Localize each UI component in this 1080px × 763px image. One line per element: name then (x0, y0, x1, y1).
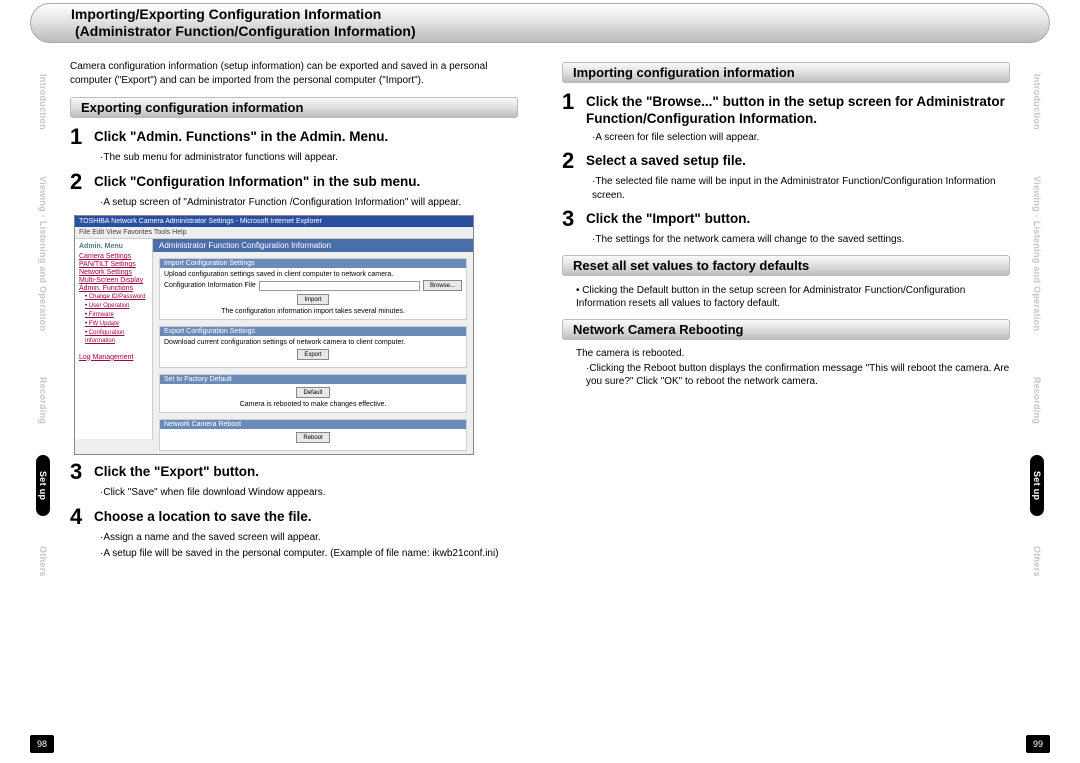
reboot-button[interactable]: Reboot (296, 432, 329, 443)
shot-default-header: Set to Factory Default (160, 375, 466, 384)
shot-side-sublink[interactable]: Change ID/Password (85, 293, 148, 301)
import-2-sub: The selected file name will be input in … (592, 175, 1010, 202)
shot-main: Administrator Function Configuration Inf… (153, 239, 473, 439)
shot-import-note: The configuration information import tak… (164, 308, 462, 315)
step-number: 1 (562, 91, 578, 113)
embedded-screenshot: TOSHIBA Network Camera Administrator Set… (74, 215, 474, 455)
import-button[interactable]: Import (297, 294, 328, 305)
shot-default-note: Camera is rebooted to make changes effec… (164, 401, 462, 408)
header-line-2: (Administrator Function/Configuration In… (71, 23, 1009, 40)
step-3-sub: Click "Save" when file download Window a… (100, 486, 518, 500)
right-column: Importing configuration information 1 Cl… (540, 50, 1080, 733)
reset-header: Reset all set values to factory defaults (562, 255, 1010, 276)
shot-export-box: Export Configuration Settings Download c… (159, 326, 467, 368)
shot-import-box: Import Configuration Settings Upload con… (159, 258, 467, 320)
step-number: 2 (70, 171, 86, 193)
shot-side-link[interactable]: Network Settings (79, 269, 148, 276)
step-text: Click "Admin. Functions" in the Admin. M… (94, 126, 388, 146)
page-number-left: 98 (30, 735, 54, 753)
step-text: Click "Configuration Information" in the… (94, 171, 420, 191)
page-number-right: 99 (1026, 735, 1050, 753)
shot-sidebar: Admin. Menu Camera Settings PAN/TILT Set… (75, 239, 153, 439)
step-1-sub: The sub menu for administrator functions… (100, 151, 518, 165)
step-number: 3 (562, 208, 578, 230)
step-number: 1 (70, 126, 86, 148)
step-number: 4 (70, 506, 86, 528)
export-step-1: 1 Click "Admin. Functions" in the Admin.… (70, 126, 518, 148)
step-text: Click the "Export" button. (94, 461, 259, 481)
shot-file-input[interactable] (259, 281, 420, 291)
header-line-1: Importing/Exporting Configuration Inform… (71, 6, 1009, 23)
default-button[interactable]: Default (296, 387, 329, 398)
reboot-text: The camera is rebooted. (576, 348, 1010, 359)
import-step-1: 1 Click the "Browse..." button in the se… (562, 91, 1010, 128)
shot-reboot-box: Network Camera Reboot Reboot (159, 419, 467, 451)
step-text: Click the "Import" button. (586, 208, 750, 228)
shot-side-header: Admin. Menu (79, 243, 148, 250)
shot-side-sublink[interactable]: Configuration Information (85, 329, 148, 345)
import-3-sub: The settings for the network camera will… (592, 233, 1010, 247)
shot-side-link[interactable]: Multi-Screen Display (79, 277, 148, 284)
step-number: 3 (70, 461, 86, 483)
intro-text: Camera configuration information (setup … (70, 60, 518, 87)
shot-window-title: TOSHIBA Network Camera Administrator Set… (75, 216, 473, 227)
shot-side-sublink[interactable]: FW Update (85, 320, 148, 328)
step-4-sub1: Assign a name and the saved screen will … (100, 531, 518, 545)
shot-browser-menu: File Edit View Favorites Tools Help (75, 227, 473, 239)
content-columns: Camera configuration information (setup … (0, 50, 1080, 733)
shot-file-label: Configuration Information File (164, 282, 256, 289)
import-1-sub: A screen for file selection will appear. (592, 131, 1010, 145)
step-text: Choose a location to save the file. (94, 506, 312, 526)
shot-side-link[interactable]: Admin. Functions (79, 285, 148, 292)
shot-default-box: Set to Factory Default Default Camera is… (159, 374, 467, 413)
shot-side-link[interactable]: PAN/TILT Settings (79, 261, 148, 268)
step-2-sub: A setup screen of "Administrator Functio… (100, 196, 518, 210)
step-number: 2 (562, 150, 578, 172)
export-step-4: 4 Choose a location to save the file. (70, 506, 518, 528)
page-header: Importing/Exporting Configuration Inform… (30, 3, 1050, 43)
importing-header: Importing configuration information (562, 62, 1010, 83)
import-step-2: 2 Select a saved setup file. (562, 150, 1010, 172)
step-text: Select a saved setup file. (586, 150, 746, 170)
browse-button[interactable]: Browse... (423, 280, 462, 291)
export-step-3: 3 Click the "Export" button. (70, 461, 518, 483)
shot-side-log[interactable]: Log Management (79, 354, 148, 361)
shot-side-link[interactable]: Camera Settings (79, 253, 148, 260)
shot-export-header: Export Configuration Settings (160, 327, 466, 336)
left-column: Camera configuration information (setup … (0, 50, 540, 733)
import-step-3: 3 Click the "Import" button. (562, 208, 1010, 230)
exporting-header: Exporting configuration information (70, 97, 518, 118)
shot-main-header: Administrator Function Configuration Inf… (153, 239, 473, 252)
shot-import-header: Import Configuration Settings (160, 259, 466, 268)
step-4-sub2: A setup file will be saved in the person… (100, 547, 518, 561)
reboot-header: Network Camera Rebooting (562, 319, 1010, 340)
export-button[interactable]: Export (297, 349, 328, 360)
reset-sub: Clicking the Default button in the setup… (576, 284, 1010, 311)
shot-import-desc: Upload configuration settings saved in c… (164, 271, 462, 278)
shot-reboot-header: Network Camera Reboot (160, 420, 466, 429)
export-step-2: 2 Click "Configuration Information" in t… (70, 171, 518, 193)
shot-export-desc: Download current configuration settings … (164, 339, 462, 346)
step-text: Click the "Browse..." button in the setu… (586, 91, 1010, 128)
reboot-sub: Clicking the Reboot button displays the … (586, 362, 1010, 389)
shot-side-sublink[interactable]: User Operation (85, 302, 148, 310)
shot-side-sublink[interactable]: Firmware (85, 311, 148, 319)
